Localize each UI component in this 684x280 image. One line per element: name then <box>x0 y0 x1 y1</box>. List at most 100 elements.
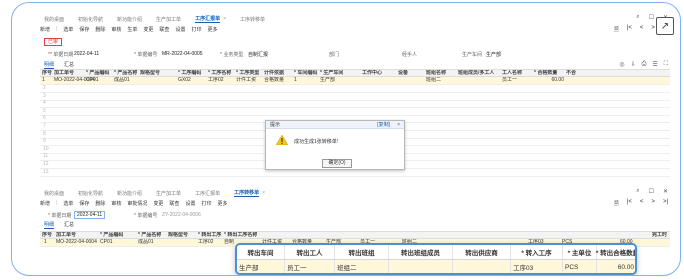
link-query-button[interactable]: 联查 <box>159 26 169 33</box>
fullscreen-icon[interactable]: ⛶ <box>664 61 668 68</box>
column-header[interactable]: * 工序名称 <box>208 70 231 76</box>
table-cell[interactable]: 成品01 <box>138 239 154 246</box>
select-source-button[interactable]: 选单 <box>63 26 73 33</box>
column-header[interactable]: * 产品名称 <box>138 232 161 238</box>
column-header[interactable]: * 生产车间 <box>320 70 343 76</box>
last-record-icon[interactable]: >| <box>663 199 668 209</box>
tab-production-order[interactable]: 生产加工单 <box>156 190 181 197</box>
tab-detail[interactable]: 明细 <box>44 221 55 229</box>
column-header[interactable]: * 车间编码 <box>294 70 317 76</box>
column-header[interactable]: 设备 <box>398 70 408 76</box>
tab-close-icon[interactable]: × <box>262 190 265 196</box>
column-header[interactable]: * 工序类型 <box>236 70 259 76</box>
table-cell[interactable]: 1 <box>294 77 297 84</box>
close-icon[interactable]: ✕ <box>663 188 668 195</box>
column-header[interactable]: 加工单号 <box>56 232 76 238</box>
delete-button[interactable]: 删除 <box>95 200 105 207</box>
delete-button[interactable]: 删除 <box>95 26 105 33</box>
more-button[interactable]: 更多 <box>207 26 217 33</box>
callout-cell[interactable]: 员工一 <box>285 260 335 273</box>
table-cell[interactable]: GX02 <box>178 77 191 84</box>
more-button[interactable]: 更多 <box>217 200 227 207</box>
prev-record-icon[interactable]: < <box>640 199 644 209</box>
external-link-icon[interactable]: ↗ <box>656 17 674 35</box>
generate-button[interactable]: 生单 <box>127 26 137 33</box>
restore-icon[interactable]: ☐ <box>649 188 654 195</box>
table-cell[interactable]: 生产部 <box>320 77 335 84</box>
column-header[interactable]: * 产品编码 <box>86 70 109 76</box>
table-cell[interactable]: 合格数量 <box>264 77 284 84</box>
table-cell[interactable]: 计件工资 <box>236 77 256 84</box>
settings-button[interactable]: 设置 <box>185 200 195 207</box>
callout-cell[interactable]: PCS <box>563 260 597 273</box>
column-header[interactable]: 计件依据 <box>264 70 284 76</box>
ok-button[interactable]: 确定(O) <box>322 159 352 168</box>
select-source-button[interactable]: 选单 <box>63 200 73 207</box>
column-header[interactable]: 不合 <box>566 70 576 76</box>
export-icon[interactable]: ⇩ <box>631 61 636 68</box>
business-type-field[interactable]: 自制汇报 <box>248 51 268 58</box>
change-button[interactable]: 变更 <box>153 200 163 207</box>
table-cell[interactable]: 工序02 <box>208 77 224 84</box>
callout-cell[interactable]: 工序03 <box>511 260 563 273</box>
print-button[interactable]: 打印 <box>191 26 201 33</box>
attachment-icon[interactable]: 🗎 <box>614 199 619 209</box>
column-header[interactable]: 规格型号 <box>168 232 188 238</box>
table-cell[interactable]: 工序02 <box>198 239 214 246</box>
tab-close-icon[interactable]: × <box>223 16 226 22</box>
column-header[interactable]: 工人名称 <box>502 70 522 76</box>
column-header[interactable]: 班组成员/多工人 <box>458 70 494 76</box>
tab-desktop[interactable]: 我的桌面 <box>44 16 64 23</box>
tab-process-report[interactable]: 工序汇报单 <box>195 15 221 23</box>
table-cell[interactable]: MO-2022-04-0004 <box>56 239 97 246</box>
tab-production-order[interactable]: 生产加工单 <box>156 16 181 23</box>
link-query-button[interactable]: 联查 <box>169 200 179 207</box>
date-field[interactable]: 2022-04-11 <box>74 51 99 57</box>
bill-no-field[interactable]: ZY-2022-04-0006 <box>162 212 201 218</box>
settings-button[interactable]: 设置 <box>175 26 185 33</box>
workshop-field[interactable]: 生产部 <box>486 51 501 58</box>
next-record-icon[interactable]: > <box>651 199 655 209</box>
column-header[interactable]: * 合格数量 <box>534 70 557 76</box>
audit-button[interactable]: 审核 <box>111 26 121 33</box>
new-button[interactable]: 新增 <box>40 200 50 207</box>
table-cell[interactable]: 1 <box>44 239 47 246</box>
column-header[interactable]: * 工序编码 <box>178 70 201 76</box>
callout-cell[interactable]: 60.00 <box>597 260 635 273</box>
print-icon[interactable]: ⎙ <box>642 61 647 68</box>
new-button[interactable]: 新增 <box>40 26 50 33</box>
table-cell[interactable]: CP01 <box>86 77 99 84</box>
search-icon[interactable]: ⌕ <box>636 188 639 195</box>
callout-cell[interactable]: 生产部 <box>237 260 285 273</box>
callout-cell[interactable] <box>453 260 511 273</box>
date-field[interactable]: 2022-04-11 <box>74 211 106 219</box>
column-header[interactable]: * 转出工序名称 <box>224 232 257 238</box>
column-header[interactable]: * 产品编码 <box>100 232 123 238</box>
bill-no-field[interactable]: MR-2022-04-0005 <box>162 51 203 57</box>
table-cell[interactable]: 成品01 <box>114 77 130 84</box>
table-cell[interactable]: 自制 <box>224 239 234 246</box>
print-button[interactable]: 打印 <box>201 200 211 207</box>
tab-new-features[interactable]: 新功能介绍 <box>117 190 142 197</box>
change-button[interactable]: 变更 <box>143 26 153 33</box>
tab-new-features[interactable]: 新功能介绍 <box>117 16 142 23</box>
table-cell[interactable]: CP01 <box>100 239 113 246</box>
column-header[interactable]: 规格型号 <box>140 70 160 76</box>
dialog-close-icon[interactable]: × <box>397 121 400 129</box>
tab-init-nav[interactable]: 初始化导航 <box>78 16 103 23</box>
column-settings-icon[interactable]: ☰ <box>652 61 657 68</box>
tab-process-transfer[interactable]: 工序转移单 <box>234 189 260 197</box>
table-row[interactable]: 1 MO-2022-04-0004 CP01 成品01 GX02 工序02 计件工资 合格数量… <box>40 77 670 85</box>
prev-record-icon[interactable]: < <box>640 25 644 35</box>
column-header[interactable]: 完工时 <box>652 232 667 238</box>
table-cell[interactable]: 员工一 <box>502 77 517 84</box>
tab-summary[interactable]: 汇总 <box>64 61 74 69</box>
tab-init-nav[interactable]: 初始化导航 <box>78 190 103 197</box>
tab-process-transfer[interactable]: 工序转移单 <box>240 16 265 23</box>
attachment-icon[interactable]: 🗎 <box>614 25 619 35</box>
dialog-copy-link[interactable]: [复制] <box>377 121 390 129</box>
search-icon[interactable]: ⌕ <box>636 14 639 21</box>
table-cell[interactable]: 1 <box>42 77 45 84</box>
column-header[interactable]: 序号 <box>42 70 52 76</box>
restore-icon[interactable]: ☐ <box>649 14 654 21</box>
